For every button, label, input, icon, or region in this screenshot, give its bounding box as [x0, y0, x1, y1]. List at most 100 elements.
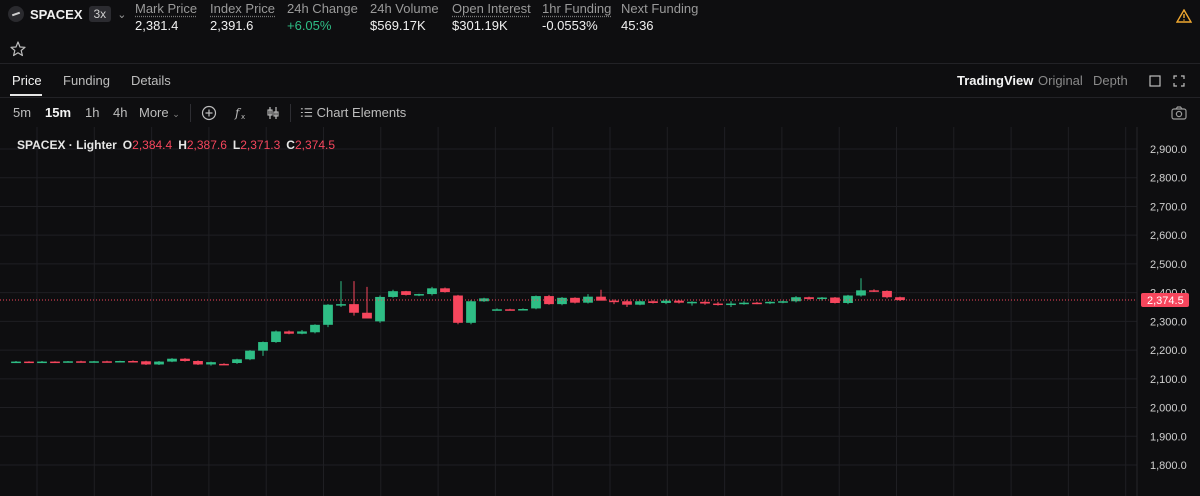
- candle-body: [492, 309, 502, 311]
- stat-next-funding: Next Funding 45:36: [621, 1, 698, 35]
- candle-body: [76, 361, 86, 363]
- candle-body: [869, 290, 879, 292]
- candle-body: [401, 291, 411, 295]
- view-original[interactable]: Original: [1038, 73, 1083, 88]
- camera-icon[interactable]: [1170, 104, 1188, 122]
- tab-price[interactable]: Price: [12, 73, 42, 88]
- legend-open: 2,384.4: [132, 138, 173, 152]
- candle-body: [713, 303, 723, 306]
- stat-label[interactable]: 1hr Funding: [542, 1, 611, 17]
- chart-tabs: Price Funding Details TradingView Origin…: [0, 64, 1200, 98]
- fullscreen-icon[interactable]: [1172, 74, 1186, 88]
- chevron-down-icon: ⌄: [117, 8, 127, 21]
- candle-body: [141, 361, 151, 365]
- chevron-down-icon: ⌄: [172, 109, 180, 119]
- candle-body: [115, 361, 125, 363]
- active-tab-indicator: [10, 94, 42, 96]
- candle-body: [232, 359, 242, 364]
- stat-value: 45:36: [621, 18, 654, 33]
- candle-body: [505, 309, 515, 311]
- candle-body: [518, 309, 528, 311]
- chart-elements-button[interactable]: Chart Elements: [300, 105, 406, 120]
- candle-body: [778, 301, 788, 303]
- toolbar-divider: [190, 104, 191, 122]
- stat-24h-change: 24h Change +6.05%: [287, 1, 358, 35]
- timeframe-15m[interactable]: 15m: [45, 105, 71, 120]
- y-axis-tick-label: 2,100.0: [1150, 374, 1187, 386]
- candle-body: [284, 331, 294, 334]
- y-axis-tick-label: 1,900.0: [1150, 431, 1187, 443]
- candle-body: [102, 361, 112, 363]
- y-axis-tick-label: 2,700.0: [1150, 201, 1187, 213]
- candle-body: [609, 300, 619, 303]
- candle-body: [50, 361, 60, 364]
- y-axis-tick-label: 1,800.0: [1150, 460, 1187, 472]
- candle-body: [453, 295, 463, 323]
- stat-mark-price: Mark Price 2,381.4: [135, 1, 197, 35]
- tab-details[interactable]: Details: [131, 73, 171, 88]
- candle-body: [154, 361, 164, 365]
- candle-body: [89, 361, 99, 363]
- view-depth[interactable]: Depth: [1093, 73, 1128, 88]
- favorite-row: [0, 36, 1200, 64]
- legend-high-key: H: [178, 138, 187, 152]
- candle-body: [388, 291, 398, 297]
- y-axis-tick-label: 2,500.0: [1150, 259, 1187, 271]
- candle-body: [375, 296, 385, 322]
- warning-icon[interactable]: [1176, 9, 1192, 23]
- square-layout-icon[interactable]: [1148, 74, 1162, 88]
- more-label: More: [139, 105, 169, 120]
- view-tradingview[interactable]: TradingView: [957, 73, 1033, 88]
- add-indicator-icon[interactable]: [200, 104, 218, 122]
- candle-body: [674, 300, 684, 303]
- more-timeframes-button[interactable]: More ⌄: [139, 105, 180, 120]
- candle-body: [739, 302, 749, 305]
- candle-body: [297, 331, 307, 334]
- chart-legend: SPACEX · Lighter O2,384.4 H2,387.6 L2,37…: [17, 138, 335, 152]
- candle-body: [843, 295, 853, 303]
- stat-label[interactable]: Mark Price: [135, 1, 197, 17]
- stat-label: 24h Volume: [370, 1, 439, 16]
- legend-close: 2,374.5: [294, 138, 336, 152]
- stat-label[interactable]: Open Interest: [452, 1, 531, 17]
- price-chart[interactable]: 2,900.02,800.02,700.02,600.02,500.02,400…: [0, 127, 1200, 496]
- candle-body: [466, 301, 476, 323]
- stat-value: -0.0553%: [542, 18, 598, 33]
- y-axis-tick-label: 2,900.0: [1150, 144, 1187, 156]
- candle-body: [635, 301, 645, 305]
- candle-body: [11, 361, 21, 364]
- stat-value: 2,391.6: [210, 18, 254, 33]
- candle-body: [323, 304, 333, 325]
- market-symbol: SPACEX: [30, 6, 83, 22]
- legend-close-key: C: [286, 138, 295, 152]
- candle-body: [765, 301, 775, 304]
- candle-body: [310, 324, 320, 333]
- tab-funding[interactable]: Funding: [63, 73, 110, 88]
- candle-body: [180, 358, 190, 362]
- candle-body: [193, 361, 203, 365]
- timeframe-4h[interactable]: 4h: [113, 105, 127, 120]
- candle-body: [752, 302, 762, 305]
- market-selector[interactable]: SPACEX 3x ⌄: [8, 6, 126, 22]
- candle-body: [427, 288, 437, 295]
- candle-body: [336, 304, 346, 306]
- timeframe-1h[interactable]: 1h: [85, 105, 99, 120]
- stat-24h-volume: 24h Volume $569.17K: [370, 1, 439, 35]
- legend-high: 2,387.6: [186, 138, 227, 152]
- function-icon[interactable]: f x: [232, 104, 250, 122]
- compare-icon[interactable]: [264, 104, 282, 122]
- stat-label[interactable]: Index Price: [210, 1, 275, 17]
- star-icon[interactable]: [9, 40, 27, 58]
- candle-body: [700, 301, 710, 304]
- stat-label: 24h Change: [287, 1, 358, 16]
- stat-1hr-funding: 1hr Funding -0.0553%: [542, 1, 611, 35]
- candle-body: [414, 294, 424, 296]
- candle-body: [206, 362, 216, 365]
- leverage-badge[interactable]: 3x: [88, 6, 112, 22]
- candle-body: [687, 301, 697, 304]
- timeframe-5m[interactable]: 5m: [13, 105, 31, 120]
- toolbar-divider: [290, 104, 291, 122]
- y-axis-tick-label: 2,300.0: [1150, 316, 1187, 328]
- last-price-label: 2,374.5: [1147, 295, 1184, 307]
- candle-body: [245, 350, 255, 360]
